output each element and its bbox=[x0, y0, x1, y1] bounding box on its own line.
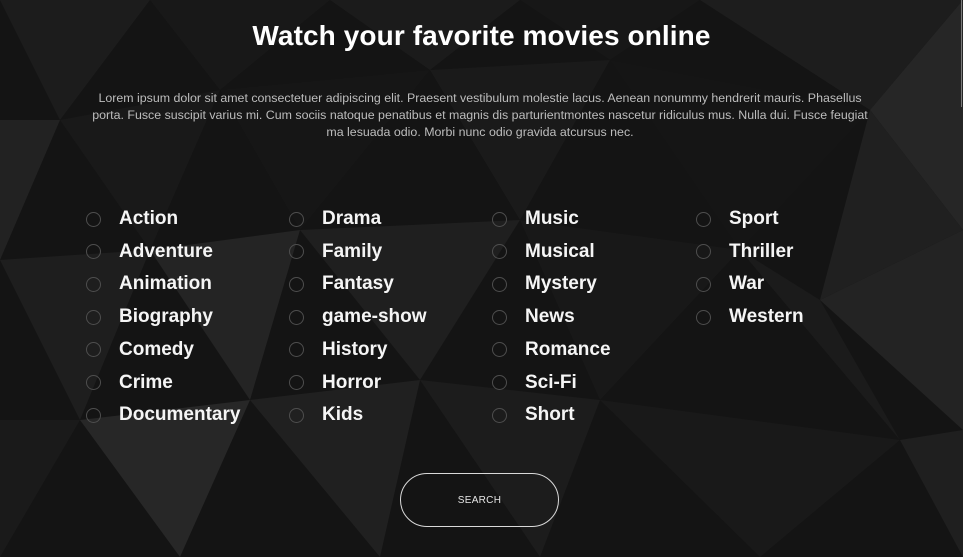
genre-label: Adventure bbox=[119, 240, 213, 262]
genre-option-romance[interactable]: Romance bbox=[492, 335, 611, 365]
genre-option-news[interactable]: News bbox=[492, 302, 575, 332]
radio-button[interactable] bbox=[492, 407, 507, 423]
radio-button[interactable] bbox=[289, 276, 304, 292]
radio-button[interactable] bbox=[492, 211, 507, 227]
genre-label: Action bbox=[119, 208, 179, 229]
genre-label: Romance bbox=[525, 338, 611, 360]
genre-option-animation[interactable]: Animation bbox=[86, 269, 212, 299]
genre-label: Musical bbox=[525, 240, 595, 262]
genre-label: Music bbox=[525, 208, 579, 229]
genre-option-drama[interactable]: Drama bbox=[289, 204, 381, 234]
radio-button[interactable] bbox=[86, 309, 101, 325]
radio-button[interactable] bbox=[289, 375, 304, 390]
radio-button[interactable] bbox=[289, 309, 304, 325]
radio-button[interactable] bbox=[86, 244, 101, 260]
radio-button[interactable] bbox=[696, 211, 711, 227]
genre-label: Sci-Fi bbox=[525, 371, 577, 393]
genre-label: Family bbox=[322, 240, 383, 262]
genre-option-kids[interactable]: Kids bbox=[289, 400, 363, 430]
genre-label: Documentary bbox=[119, 404, 241, 426]
genre-label: Animation bbox=[119, 273, 212, 295]
radio-button[interactable] bbox=[86, 276, 101, 292]
radio-button[interactable] bbox=[492, 276, 507, 292]
genre-label: Kids bbox=[322, 404, 364, 426]
genre-label: War bbox=[729, 273, 765, 295]
radio-button[interactable] bbox=[492, 244, 507, 260]
genre-label: Horror bbox=[322, 371, 382, 393]
radio-button[interactable] bbox=[289, 407, 304, 423]
genre-option-thriller[interactable]: Thriller bbox=[696, 237, 793, 267]
genre-option-comedy[interactable]: Comedy bbox=[86, 335, 194, 365]
genre-label: Short bbox=[525, 404, 575, 426]
genre-label: Mystery bbox=[525, 273, 597, 295]
genre-label: Fantasy bbox=[322, 273, 394, 295]
genre-label: Biography bbox=[119, 306, 213, 328]
genre-label: Western bbox=[729, 306, 804, 328]
search-button[interactable]: SEARCH bbox=[400, 473, 559, 527]
genre-option-documentary[interactable]: Documentary bbox=[86, 400, 240, 430]
genre-label: News bbox=[525, 306, 575, 328]
genre-label: game-show bbox=[322, 306, 427, 328]
radio-button[interactable] bbox=[86, 375, 101, 390]
genre-option-short[interactable]: Short bbox=[492, 400, 575, 430]
genre-label: Thriller bbox=[729, 240, 794, 262]
radio-button[interactable] bbox=[86, 211, 101, 227]
genre-option-adventure[interactable]: Adventure bbox=[86, 237, 213, 267]
radio-button[interactable] bbox=[696, 309, 711, 325]
radio-button[interactable] bbox=[289, 342, 304, 358]
radio-button[interactable] bbox=[492, 309, 507, 325]
genre-option-mystery[interactable]: Mystery bbox=[492, 269, 597, 299]
genre-option-sci-fi[interactable]: Sci-Fi bbox=[492, 368, 577, 398]
genre-label: Sport bbox=[729, 208, 779, 229]
genre-label: Comedy bbox=[119, 338, 194, 360]
genre-label: Crime bbox=[119, 371, 173, 393]
genre-option-music[interactable]: Music bbox=[492, 204, 579, 234]
genre-option-war[interactable]: War bbox=[696, 269, 764, 299]
genre-option-biography[interactable]: Biography bbox=[86, 302, 213, 332]
genre-option-history[interactable]: History bbox=[289, 335, 387, 365]
genre-option-fantasy[interactable]: Fantasy bbox=[289, 269, 394, 299]
movie-search-page: Watch your favorite movies online Lorem … bbox=[0, 0, 963, 557]
radio-button[interactable] bbox=[86, 342, 101, 358]
genre-option-horror[interactable]: Horror bbox=[289, 368, 381, 398]
genre-option-sport[interactable]: Sport bbox=[696, 204, 779, 234]
genre-option-game-show[interactable]: game-show bbox=[289, 302, 427, 332]
genre-option-musical[interactable]: Musical bbox=[492, 237, 595, 267]
genre-option-western[interactable]: Western bbox=[696, 302, 804, 332]
radio-button[interactable] bbox=[696, 276, 711, 292]
radio-button[interactable] bbox=[289, 211, 304, 227]
radio-button[interactable] bbox=[289, 244, 304, 260]
radio-button[interactable] bbox=[492, 375, 507, 390]
genre-option-action[interactable]: Action bbox=[86, 204, 178, 234]
genre-option-family[interactable]: Family bbox=[289, 237, 382, 267]
radio-button[interactable] bbox=[492, 342, 507, 358]
radio-button[interactable] bbox=[696, 244, 711, 260]
genre-label: Drama bbox=[322, 208, 382, 229]
radio-button[interactable] bbox=[86, 407, 101, 423]
genre-label: History bbox=[322, 338, 388, 360]
genre-option-crime[interactable]: Crime bbox=[86, 368, 173, 398]
